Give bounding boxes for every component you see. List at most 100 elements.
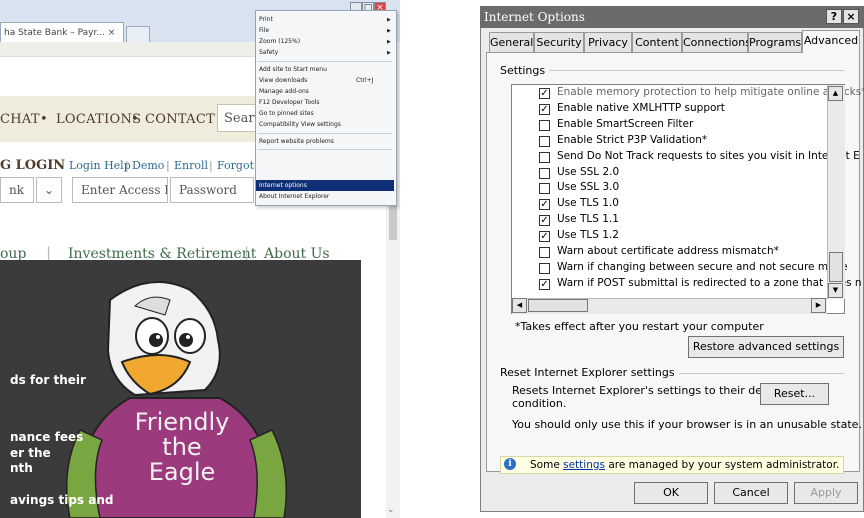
- setting-label: Enable memory protection to help mitigat…: [557, 86, 864, 98]
- demo-link[interactable]: Demo: [132, 159, 164, 172]
- setting-checkbox[interactable]: [539, 183, 550, 194]
- tab-programs[interactable]: Programs: [748, 32, 802, 52]
- menu-item-print[interactable]: Print: [259, 16, 273, 23]
- hero-banner: Friendly the Eagle ds for their nance fe…: [0, 260, 361, 518]
- info-icon: i: [504, 458, 516, 470]
- settings-vscroll-thumb[interactable]: [829, 252, 843, 282]
- tab-general[interactable]: General: [489, 32, 534, 52]
- enroll-link[interactable]: Enroll: [174, 159, 208, 172]
- settings-hscroll-thumb[interactable]: [528, 299, 588, 312]
- reset-group-label: Reset Internet Explorer settings: [500, 366, 679, 379]
- submenu-arrow-icon: ▶: [387, 50, 391, 56]
- bank-select[interactable]: nk: [0, 177, 34, 203]
- settings-group-label: Settings: [500, 64, 550, 77]
- setting-checkbox[interactable]: ✓: [539, 279, 550, 290]
- tab-security[interactable]: Security: [534, 32, 584, 52]
- chevron-down-icon[interactable]: ⌄: [387, 505, 395, 515]
- submenu-arrow-icon: ▶: [387, 17, 391, 23]
- tab-advanced[interactable]: Advanced: [802, 30, 860, 53]
- link-separator: |: [125, 159, 129, 172]
- setting-checkbox[interactable]: ✓: [539, 215, 550, 226]
- setting-checkbox[interactable]: ✓: [539, 88, 550, 99]
- new-tab-button[interactable]: [126, 26, 150, 43]
- menu-item-report[interactable]: Report website problems: [259, 138, 334, 145]
- setting-label: Warn about certificate address mismatch*: [557, 245, 779, 257]
- scroll-left-arrow-icon[interactable]: ◀: [512, 298, 527, 313]
- browser-window: ha State Bank – Payr... × _ □ × ⌂ ☆ ⚙ CH…: [0, 0, 400, 518]
- info-prefix: Some: [530, 459, 564, 471]
- info-suffix: are managed by your system administrator…: [605, 459, 840, 471]
- menu-item-add-start[interactable]: Add site to Start menu: [259, 66, 327, 73]
- hero-text: nance fees: [10, 430, 84, 444]
- setting-checkbox[interactable]: [539, 263, 550, 274]
- menu-item-file[interactable]: File: [259, 27, 269, 34]
- scroll-down-arrow-icon[interactable]: ▼: [828, 283, 843, 298]
- restore-advanced-settings-button[interactable]: Restore advanced settings: [688, 336, 844, 358]
- shirt-line: Friendly: [134, 408, 230, 436]
- setting-label: Use TLS 1.0: [557, 197, 619, 209]
- setting-checkbox[interactable]: [539, 247, 550, 258]
- scroll-up-arrow-icon[interactable]: ▲: [828, 86, 843, 101]
- submenu-arrow-icon: ▶: [387, 28, 391, 34]
- tab-connections[interactable]: Connections: [682, 32, 751, 52]
- menu-item-f12[interactable]: F12 Developer Tools: [259, 99, 320, 106]
- chevron-down-icon[interactable]: ⌄: [36, 177, 62, 203]
- close-dialog-button[interactable]: ×: [843, 9, 859, 24]
- menu-item-safety[interactable]: Safety: [259, 49, 278, 56]
- nav-chat[interactable]: CHAT: [0, 112, 40, 127]
- dialog-title: Internet Options: [484, 10, 585, 24]
- tab-privacy[interactable]: Privacy: [584, 32, 632, 52]
- setting-checkbox[interactable]: [539, 120, 550, 131]
- login-help-link[interactable]: Login Help: [69, 159, 131, 172]
- menu-item-addons[interactable]: Manage add-ons: [259, 88, 309, 95]
- menu-item-zoom[interactable]: Zoom (125%): [259, 38, 300, 45]
- menu-separator: [258, 61, 392, 62]
- password-input[interactable]: Password: [170, 177, 254, 203]
- menu-item-pinned[interactable]: Go to pinned sites: [259, 110, 314, 117]
- reset-warning: You should only use this if your browser…: [512, 418, 862, 431]
- setting-checkbox[interactable]: [539, 168, 550, 179]
- menu-item-internet-options[interactable]: Internet options: [259, 182, 307, 189]
- setting-checkbox[interactable]: ✓: [539, 104, 550, 115]
- browser-tab[interactable]: ha State Bank – Payr... ×: [0, 22, 124, 42]
- settings-link[interactable]: settings: [563, 459, 605, 471]
- shirt-line: the: [162, 433, 202, 461]
- shirt-text: Friendly the Eagle: [97, 410, 267, 485]
- setting-label: Use SSL 3.0: [557, 181, 620, 193]
- ok-button[interactable]: OK: [634, 482, 708, 504]
- setting-label: Use SSL 2.0: [557, 166, 620, 178]
- reset-button[interactable]: Reset...: [760, 383, 829, 405]
- admin-info-text: Some settings are managed by your system…: [530, 459, 839, 471]
- reset-description: Resets Internet Explorer's settings to t…: [512, 384, 787, 397]
- help-button[interactable]: ?: [826, 9, 842, 24]
- menu-item-downloads[interactable]: View downloads: [259, 77, 307, 84]
- menu-separator: [258, 149, 392, 150]
- setting-label: Warn if POST submittal is redirected to …: [557, 277, 862, 289]
- setting-checkbox[interactable]: ✓: [539, 231, 550, 242]
- apply-button[interactable]: Apply: [794, 482, 858, 504]
- nav-locations[interactable]: LOCATIONS: [56, 112, 141, 127]
- link-separator: |: [209, 159, 213, 172]
- setting-label: Use TLS 1.2: [557, 229, 619, 241]
- scroll-right-arrow-icon[interactable]: ▶: [811, 298, 826, 313]
- setting-label: Warn if changing between secure and not …: [557, 261, 848, 273]
- menu-separator: [258, 133, 392, 134]
- setting-checkbox[interactable]: [539, 136, 550, 147]
- setting-checkbox[interactable]: ✓: [539, 199, 550, 210]
- submenu-arrow-icon: ▶: [387, 39, 391, 45]
- setting-label: Enable native XMLHTTP support: [557, 102, 725, 114]
- hero-text: ds for their: [10, 373, 86, 387]
- tab-content[interactable]: Content: [632, 32, 682, 52]
- menu-item-about[interactable]: About Internet Explorer: [259, 193, 329, 200]
- hero-text: er the: [10, 446, 51, 460]
- login-title: G LOGIN: [0, 158, 66, 173]
- nav-bullet: •: [40, 112, 48, 127]
- cancel-button[interactable]: Cancel: [714, 482, 788, 504]
- setting-checkbox[interactable]: [539, 152, 550, 163]
- menu-item-compat[interactable]: Compatibility View settings: [259, 121, 341, 128]
- shirt-line: Eagle: [148, 458, 216, 486]
- setting-label: Enable SmartScreen Filter: [557, 118, 694, 130]
- nav-contact[interactable]: CONTACT: [145, 112, 215, 127]
- access-id-input[interactable]: Enter Access ID: [72, 177, 168, 203]
- setting-label: Use TLS 1.1: [557, 213, 619, 225]
